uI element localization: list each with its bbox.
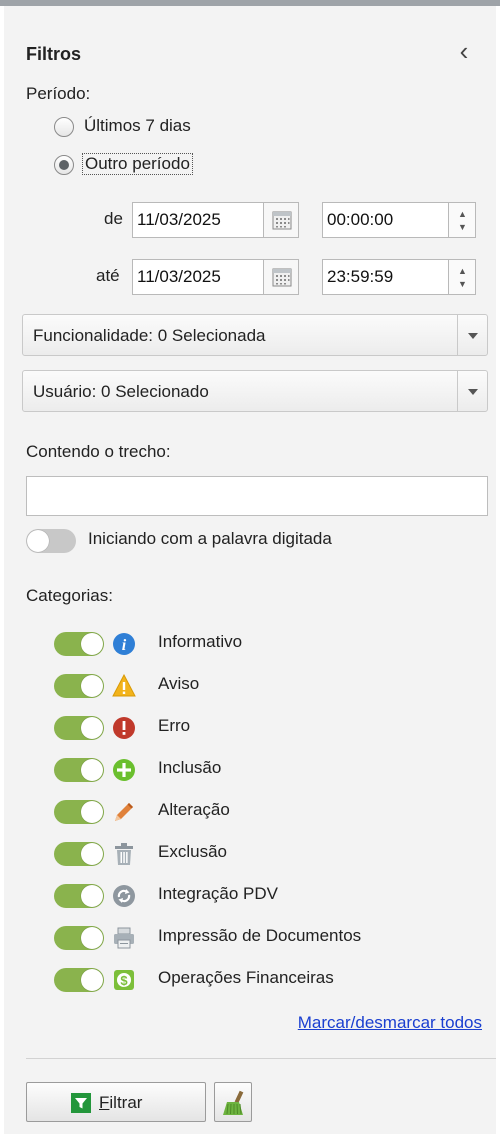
spin-up-icon[interactable]: ▲: [458, 209, 467, 219]
category-toggle-integracao-pdv[interactable]: [54, 884, 104, 908]
calendar-icon: [272, 211, 292, 230]
clear-filters-button[interactable]: [214, 1082, 252, 1122]
de-date-field[interactable]: 11/03/2025: [132, 202, 264, 238]
de-time-field[interactable]: 00:00:00: [322, 202, 449, 238]
filter-button-label: Filtrar: [99, 1093, 142, 1113]
toggle-all-link[interactable]: Marcar/desmarcar todos: [298, 1013, 482, 1033]
category-toggle-exclusao[interactable]: [54, 842, 104, 866]
category-label-impressao: Impressão de Documentos: [158, 926, 362, 945]
toggle-knob: [81, 885, 103, 907]
divider: [26, 1058, 496, 1059]
spin-down-icon[interactable]: ▼: [458, 279, 467, 289]
toggle-knob: [81, 843, 103, 865]
warning-icon: [112, 674, 136, 697]
filter-icon: [71, 1093, 91, 1113]
filter-button[interactable]: Filtrar: [26, 1082, 206, 1122]
de-calendar-button[interactable]: [263, 202, 299, 238]
chevron-down-icon[interactable]: [457, 371, 487, 411]
category-toggle-informativo[interactable]: [54, 632, 104, 656]
svg-text:i: i: [122, 637, 127, 654]
category-toggle-operacoes-financeiras[interactable]: [54, 968, 104, 992]
collapse-chevron-icon[interactable]: ‹: [450, 36, 478, 66]
iniciando-toggle[interactable]: [26, 529, 76, 553]
category-label-integracao-pdv: Integração PDV: [158, 884, 279, 903]
usuario-dropdown[interactable]: Usuário: 0 Selecionado: [22, 370, 488, 412]
spin-up-icon[interactable]: ▲: [458, 266, 467, 276]
toggle-knob: [81, 927, 103, 949]
filter-button-mnemonic: F: [99, 1093, 110, 1112]
category-label-alteracao: Alteração: [158, 800, 230, 819]
error-icon: [113, 717, 135, 739]
toggle-knob: [27, 530, 49, 552]
chevron-down-icon[interactable]: [457, 315, 487, 355]
de-time-spinner[interactable]: ▲ ▼: [448, 202, 476, 238]
category-toggle-inclusao[interactable]: [54, 758, 104, 782]
iniciando-toggle-label: Iniciando com a palavra digitada: [88, 529, 332, 548]
de-label: de: [104, 209, 123, 228]
panel-title: Filtros: [26, 44, 82, 64]
radio-button-outro[interactable]: [54, 155, 74, 175]
toggle-knob: [81, 801, 103, 823]
toggle-knob: [81, 969, 103, 991]
toggle-knob: [81, 717, 103, 739]
filters-panel: Filtros ‹ Período: Últimos 7 dias Outro …: [4, 6, 496, 1134]
ate-calendar-button[interactable]: [263, 259, 299, 295]
trash-icon: [115, 843, 133, 865]
ate-label: até: [96, 266, 120, 285]
plus-icon: [113, 759, 135, 781]
toggle-knob: [81, 675, 103, 697]
category-label-operacoes-financeiras: Operações Financeiras: [158, 968, 334, 987]
ate-time-field[interactable]: 23:59:59: [322, 259, 449, 295]
usuario-dropdown-text: Usuário: 0 Selecionado: [33, 382, 209, 401]
category-label-erro: Erro: [158, 716, 191, 735]
spin-down-icon[interactable]: ▼: [458, 222, 467, 232]
dollar-icon: $: [114, 970, 134, 990]
category-toggle-aviso[interactable]: [54, 674, 104, 698]
info-icon: i: [113, 633, 135, 655]
svg-text:$: $: [120, 973, 128, 988]
broom-icon: [223, 1090, 244, 1115]
calendar-icon: [272, 268, 292, 287]
funcionalidade-dropdown-text: Funcionalidade: 0 Selecionada: [33, 326, 266, 345]
radio-label-outro[interactable]: Outro período: [82, 153, 193, 175]
categorias-label: Categorias:: [26, 586, 113, 605]
sync-icon: [113, 885, 135, 907]
category-label-informativo: Informativo: [158, 632, 243, 651]
category-label-exclusao: Exclusão: [158, 842, 227, 861]
category-toggle-impressao[interactable]: [54, 926, 104, 950]
filter-button-label-rest: iltrar: [109, 1093, 143, 1112]
category-toggle-erro[interactable]: [54, 716, 104, 740]
funcionalidade-dropdown[interactable]: Funcionalidade: 0 Selecionada: [22, 314, 488, 356]
pencil-icon: [115, 803, 133, 821]
periodo-label: Período:: [26, 84, 91, 103]
ate-time-spinner[interactable]: ▲ ▼: [448, 259, 476, 295]
trecho-label: Contendo o trecho:: [26, 442, 171, 461]
radio-button-ultimos[interactable]: [54, 117, 74, 137]
ate-date-field[interactable]: 11/03/2025: [132, 259, 264, 295]
category-label-aviso: Aviso: [158, 674, 200, 693]
trecho-input[interactable]: [26, 476, 488, 516]
category-toggle-alteracao[interactable]: [54, 800, 104, 824]
toggle-knob: [81, 759, 103, 781]
printer-icon: [114, 927, 134, 949]
category-label-inclusao: Inclusão: [158, 758, 222, 777]
radio-label-ultimos[interactable]: Últimos 7 dias: [84, 116, 191, 136]
toggle-knob: [81, 633, 103, 655]
